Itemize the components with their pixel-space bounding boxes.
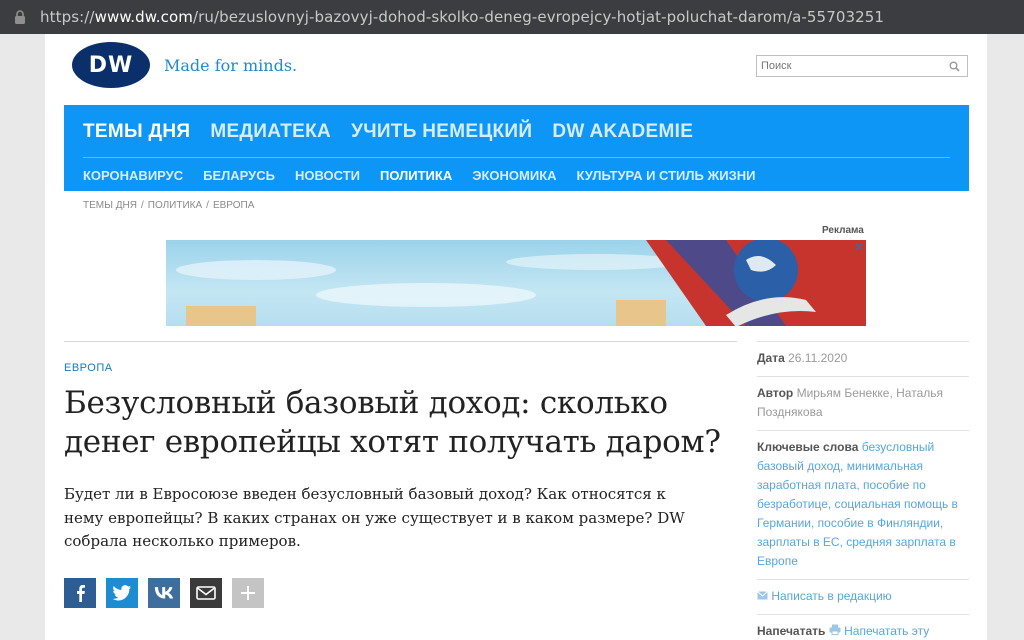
mail-icon (757, 589, 771, 603)
close-icon[interactable]: ✕ (854, 240, 864, 254)
nav-item-politika[interactable]: ПОЛИТИКА (380, 168, 452, 183)
keywords-block: Ключевые слова безусловный базовый доход… (757, 430, 969, 579)
ad-banner-image (176, 240, 866, 326)
site-slogan: Made for minds. (164, 55, 298, 75)
nav-item-ekonomika[interactable]: ЭКОНОМИКА (472, 168, 556, 183)
search-icon[interactable] (942, 61, 966, 72)
ad-banner[interactable]: ✕ (166, 240, 866, 326)
article-lead: Будет ли в Евросоюзе введен безусловный … (64, 485, 685, 550)
search-input[interactable] (757, 60, 942, 72)
plus-icon (241, 586, 255, 600)
nav-item-belarus[interactable]: БЕЛАРУСЬ (203, 168, 275, 183)
nav-item-mediateka[interactable]: МЕДИАТЕКА (210, 121, 331, 143)
print-block: Напечатать Напечатать эту страницу (757, 614, 969, 640)
date-block: Дата 26.11.2020 (757, 341, 969, 376)
email-icon (196, 586, 216, 600)
lock-icon (0, 0, 40, 34)
author-block: Автор Мирьям Бенекке, Наталья Позднякова (757, 376, 969, 430)
facebook-share-button[interactable] (64, 578, 96, 608)
facebook-icon (77, 585, 85, 602)
date-value: 26.11.2020 (788, 351, 848, 365)
date-label: Дата (757, 351, 785, 365)
breadcrumb: ТЕМЫ ДНЯ / ПОЛИТИКА / ЕВРОПА (83, 200, 254, 211)
article-category[interactable]: ЕВРОПА (64, 362, 113, 374)
article-sidebar: Дата 26.11.2020 Автор Мирьям Бенекке, На… (757, 341, 969, 640)
article-headline: Безусловный базовый доход: сколько денег… (64, 385, 721, 460)
nav-item-kultura[interactable]: КУЛЬТУРА И СТИЛЬ ЖИЗНИ (577, 168, 756, 183)
email-share-button[interactable] (190, 578, 222, 608)
breadcrumb-separator: / (206, 200, 209, 211)
more-share-button[interactable] (232, 578, 264, 608)
print-label: Напечатать (757, 624, 826, 638)
vk-share-button[interactable] (148, 578, 180, 608)
nav-secondary: КОРОНАВИРУС БЕЛАРУСЬ НОВОСТИ ПОЛИТИКА ЭК… (83, 168, 755, 183)
url-text[interactable]: https://www.dw.com/ru/bezuslovnyj-bazovy… (40, 8, 884, 26)
twitter-share-button[interactable] (106, 578, 138, 608)
nav-item-koronavirus[interactable]: КОРОНАВИРУС (83, 168, 183, 183)
browser-address-bar[interactable]: https://www.dw.com/ru/bezuslovnyj-bazovy… (0, 0, 1024, 34)
dw-logo[interactable]: DW (72, 42, 150, 88)
share-bar (64, 578, 264, 608)
nav-divider (83, 157, 950, 158)
printer-icon (829, 624, 844, 638)
web-page: DW Made for minds. ТЕМЫ ДНЯ МЕДИАТЕКА УЧ… (45, 34, 987, 640)
nav-primary: ТЕМЫ ДНЯ МЕДИАТЕКА УЧИТЬ НЕМЕЦКИЙ DW AKA… (83, 121, 693, 143)
contact-block: Написать в редакцию (757, 579, 969, 614)
site-logo[interactable]: DW Made for minds. (72, 42, 297, 88)
nav-item-dw-akademie[interactable]: DW AKADEMIE (552, 121, 693, 143)
author-label: Автор (757, 386, 794, 400)
keywords-links[interactable]: безусловный базовый доход, минимальная з… (757, 440, 958, 568)
nav-item-temy-dnya[interactable]: ТЕМЫ ДНЯ (83, 121, 190, 143)
twitter-icon (112, 585, 131, 601)
search-box[interactable] (756, 55, 968, 77)
breadcrumb-separator: / (140, 200, 144, 211)
breadcrumb-item[interactable]: ТЕМЫ ДНЯ (83, 200, 137, 211)
breadcrumb-item[interactable]: ЕВРОПА (213, 200, 254, 211)
ad-label: Реклама (822, 225, 864, 236)
breadcrumb-item[interactable]: ПОЛИТИКА (148, 200, 202, 211)
vk-icon (154, 587, 174, 599)
keywords-label: Ключевые слова (757, 440, 859, 454)
nav-item-uchit-nemetsky[interactable]: УЧИТЬ НЕМЕЦКИЙ (351, 121, 532, 143)
divider (64, 341, 737, 342)
main-navigation: ТЕМЫ ДНЯ МЕДИАТЕКА УЧИТЬ НЕМЕЦКИЙ DW AKA… (64, 105, 969, 191)
contact-editorial-link[interactable]: Написать в редакцию (771, 589, 891, 603)
nav-item-novosti[interactable]: НОВОСТИ (295, 168, 360, 183)
